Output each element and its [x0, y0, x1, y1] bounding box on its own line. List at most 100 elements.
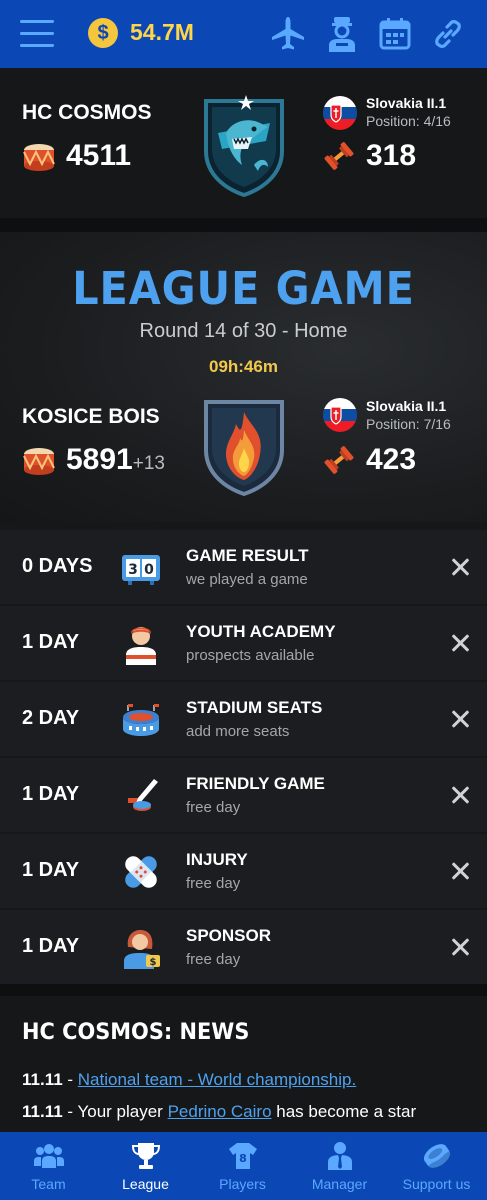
event-days: 0 DAYS — [22, 555, 93, 577]
opponent-fans-delta: +13 — [132, 453, 165, 474]
event-title: SPONSOR — [186, 926, 272, 945]
event-row-youth-academy[interactable]: 1 DAY YOUTH ACADEMY prospects available — [0, 606, 487, 680]
league-game-round: Round 14 of 30 - Home — [139, 320, 348, 342]
scoreboard-icon: 3 0 — [122, 555, 160, 585]
jersey-icon: 8 — [229, 1143, 257, 1169]
stadium-icon — [123, 704, 159, 736]
event-subtitle: prospects available — [186, 647, 315, 664]
svg-text:$: $ — [150, 957, 157, 968]
trophy-icon — [131, 1143, 161, 1169]
youth-player-icon — [126, 627, 156, 665]
news-date: 11.11 — [22, 1070, 63, 1089]
league-game-timer: 09h:46m — [209, 357, 278, 376]
puck-icon — [423, 1144, 451, 1168]
scout-icon[interactable] — [322, 14, 362, 54]
event-days: 1 DAY — [22, 935, 80, 957]
section-divider — [0, 984, 487, 996]
close-icon[interactable] — [449, 708, 471, 730]
svg-text:0: 0 — [144, 562, 154, 578]
news-panel: HC COSMOS: NEWS 11.11 - National team - … — [0, 996, 487, 1132]
event-title: YOUTH ACADEMY — [186, 622, 336, 641]
event-subtitle: free day — [186, 875, 241, 892]
top-bar: $ 54.7M — [0, 0, 487, 68]
my-team-position: Position: 4/16 — [366, 113, 451, 129]
event-title: GAME RESULT — [186, 546, 309, 565]
event-days: 2 DAY — [22, 707, 80, 729]
nav-team[interactable]: Team — [0, 1132, 97, 1200]
my-team-fans: 4511 — [66, 139, 132, 172]
opponent-fans-value: 5891 — [66, 443, 133, 476]
news-text: - — [62, 1070, 78, 1089]
close-icon[interactable] — [449, 860, 471, 882]
nav-players[interactable]: 8 Players — [194, 1132, 291, 1200]
event-subtitle: free day — [186, 799, 241, 816]
svg-text:3: 3 — [128, 562, 138, 578]
airplane-icon[interactable] — [268, 14, 308, 54]
strength-dumbbell-icon — [324, 142, 354, 170]
event-row-friendly-game[interactable]: 1 DAY FRIENDLY GAME free day — [0, 758, 487, 832]
nav-manager[interactable]: Manager — [291, 1132, 388, 1200]
event-subtitle: free day — [186, 951, 241, 968]
event-subtitle: add more seats — [186, 723, 290, 740]
team-icon — [34, 1144, 64, 1168]
close-icon[interactable] — [449, 632, 471, 654]
close-icon[interactable] — [449, 556, 471, 578]
bandage-icon — [125, 856, 157, 888]
opponent-league: Slovakia II.1 — [366, 398, 447, 414]
close-icon[interactable] — [449, 784, 471, 806]
hockey-stick-icon — [128, 779, 158, 811]
nav-label: Support us — [402, 1176, 471, 1192]
calendar-icon[interactable] — [375, 14, 415, 54]
svg-text:8: 8 — [239, 1152, 247, 1165]
opponent-fans: 5891+13 — [66, 443, 165, 477]
event-subtitle: we played a game — [186, 571, 308, 588]
kosice-bois-crest-logo[interactable] — [198, 392, 290, 496]
nav-label: League — [122, 1176, 169, 1192]
league-game-title: LEAGUE GAME — [72, 262, 415, 315]
event-days: 1 DAY — [22, 783, 80, 805]
news-item: 11.11 - National team - World championsh… — [22, 1070, 356, 1090]
news-date: 11.11 — [22, 1102, 63, 1121]
my-team-panel: HC COSMOS 4511 Slovakia II.1 Position: 4… — [0, 68, 487, 218]
event-row-sponsor[interactable]: 1 DAY $ SPONSOR free day — [0, 910, 487, 984]
news-text: - Your player — [62, 1102, 168, 1121]
sponsor-icon: $ — [124, 930, 160, 969]
menu-icon[interactable] — [20, 20, 54, 48]
bottom-nav: Team League 8 Players Manager Support us — [0, 1132, 487, 1200]
opponent-team-name[interactable]: KOSICE BOIS — [22, 405, 160, 429]
close-icon[interactable] — [449, 936, 471, 958]
event-title: STADIUM SEATS — [186, 698, 323, 717]
opponent-strength: 423 — [366, 443, 417, 476]
strength-dumbbell-icon — [324, 446, 354, 474]
league-game-panel[interactable]: LEAGUE GAME Round 14 of 30 - Home 09h:46… — [0, 232, 487, 522]
coin-icon: $ — [88, 18, 118, 48]
manager-icon — [328, 1142, 352, 1170]
slovakia-flag-icon — [323, 398, 357, 432]
nav-league[interactable]: League — [97, 1132, 194, 1200]
section-divider — [0, 218, 487, 232]
news-link-national-team[interactable]: National team - World championship. — [78, 1070, 356, 1089]
event-title: INJURY — [186, 850, 248, 869]
event-days: 1 DAY — [22, 631, 80, 653]
event-row-stadium-seats[interactable]: 2 DAY STADIUM SEATS add more seats — [0, 682, 487, 756]
my-team-name[interactable]: HC COSMOS — [22, 101, 152, 125]
opponent-position: Position: 7/16 — [366, 416, 451, 432]
event-row-game-result[interactable]: 0 DAYS 3 0 GAME RESULT we played a game — [0, 530, 487, 604]
my-team-strength: 318 — [366, 139, 417, 172]
event-title: FRIENDLY GAME — [186, 774, 325, 793]
nav-label: Players — [219, 1176, 266, 1192]
news-item: 11.11 - Your player Pedrino Cairo has be… — [22, 1102, 416, 1122]
nav-support-us[interactable]: Support us — [388, 1132, 485, 1200]
event-row-injury[interactable]: 1 DAY INJURY free day — [0, 834, 487, 908]
nav-label: Team — [31, 1176, 66, 1192]
news-link-player[interactable]: Pedrino Cairo — [168, 1102, 272, 1121]
fans-drum-icon — [23, 144, 55, 171]
slovakia-flag-icon — [323, 96, 357, 130]
news-text: has become a star — [271, 1102, 417, 1121]
hc-cosmos-crest-logo[interactable] — [198, 93, 290, 197]
news-title: HC COSMOS: NEWS — [22, 1020, 250, 1045]
event-days: 1 DAY — [22, 859, 80, 881]
my-team-league: Slovakia II.1 — [366, 95, 447, 111]
nav-label: Manager — [311, 1176, 368, 1192]
link-icon[interactable] — [428, 14, 468, 54]
